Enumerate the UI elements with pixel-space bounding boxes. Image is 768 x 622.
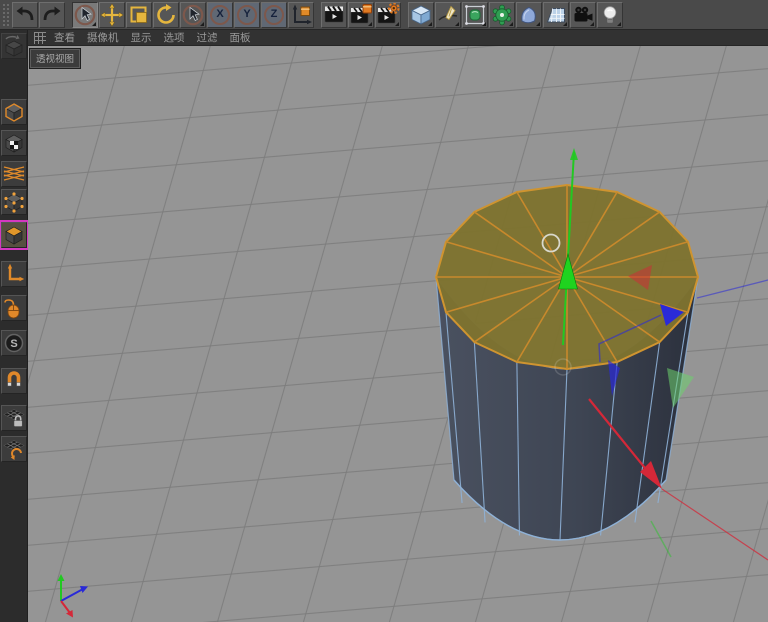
tweak-mode-button[interactable] [1,295,27,321]
lock-workplane-button[interactable] [1,405,27,431]
undo-icon [13,3,37,27]
redo-icon [40,3,64,27]
point-mode-icon [2,190,26,214]
lock-x-axis-button[interactable]: X [207,2,233,28]
move-tool-button[interactable] [99,2,125,28]
move-tool-icon [100,3,124,27]
cinema4d-app: X Y Z [0,0,768,622]
add-camera-button[interactable] [570,2,596,28]
z-axis-icon: Z [264,5,284,25]
viewport-canvas[interactable] [28,46,768,622]
x-axis-icon: X [210,5,230,25]
lock-z-axis-button[interactable]: Z [261,2,287,28]
menu-panel[interactable]: 面板 [230,30,263,45]
snap-settings-button[interactable]: S [1,330,27,356]
redo-button[interactable] [39,2,65,28]
point-mode-button[interactable] [1,189,27,215]
model-mode-button[interactable] [1,99,27,125]
render-view-button[interactable] [321,2,347,28]
undo-button[interactable] [12,2,38,28]
spline-pen-button[interactable] [435,2,461,28]
mode-palette: S [0,30,28,622]
x-axis-label: X [216,9,223,20]
lock-y-axis-button[interactable]: Y [234,2,260,28]
rotate-tool-button[interactable] [153,2,179,28]
texture-mode-icon [2,131,26,155]
polygon-mode-icon [2,223,26,247]
menu-view[interactable]: 查看 [54,30,87,45]
workplane-rotate-icon [2,437,26,461]
menu-options[interactable]: 选项 [164,30,197,45]
make-editable-button[interactable] [1,33,27,59]
workplane-lattice-icon [2,162,26,186]
add-subdivision-surface-button[interactable] [462,2,488,28]
mouse-icon [2,296,26,320]
texture-mode-button[interactable] [1,130,27,156]
snap-letter: S [10,338,17,350]
coordinate-system-button[interactable] [288,2,314,28]
workplane-rotate-button[interactable] [1,436,27,462]
viewport-label: 透视视图 [30,49,80,68]
magnet-icon [2,369,26,393]
enable-snap-button[interactable] [1,368,27,394]
model-mode-icon [2,100,26,124]
add-deformer-button[interactable] [489,2,515,28]
menu-camera[interactable]: 摄像机 [87,30,131,45]
y-axis-label: Y [243,9,250,20]
render-to-picture-viewer-button[interactable] [348,2,374,28]
add-scene-object-button[interactable] [516,2,542,28]
axis-mode-icon [2,262,26,286]
y-axis-icon: Y [237,5,257,25]
coordinate-system-icon [289,3,313,27]
rotate-tool-icon [154,3,178,27]
make-editable-icon [2,34,26,58]
lock-workplane-icon [2,406,26,430]
menu-filter[interactable]: 过滤 [197,30,230,45]
add-primitive-cube-button[interactable] [408,2,434,28]
snap-settings-icon: S [2,331,26,355]
rectangle-selection-button[interactable] [180,2,206,28]
scale-tool-button[interactable] [126,2,152,28]
render-view-icon [322,3,346,27]
scale-tool-icon [127,3,151,27]
workplane-mode-button[interactable] [1,161,27,187]
add-light-button[interactable] [597,2,623,28]
viewport[interactable]: 透视视图 [28,46,768,622]
panel-grid-icon[interactable] [34,32,46,44]
axis-mode-button[interactable] [1,261,27,287]
render-settings-button[interactable] [375,2,401,28]
z-axis-label: Z [271,9,278,20]
toolbar-grip[interactable] [2,3,9,27]
top-toolbar: X Y Z [0,0,768,30]
polygon-mode-button[interactable] [1,222,27,248]
menu-display[interactable]: 显示 [131,30,164,45]
add-environment-button[interactable] [543,2,569,28]
viewport-menubar: 查看 摄像机 显示 选项 过滤 面板 [28,30,768,46]
live-selection-button[interactable] [72,2,98,28]
